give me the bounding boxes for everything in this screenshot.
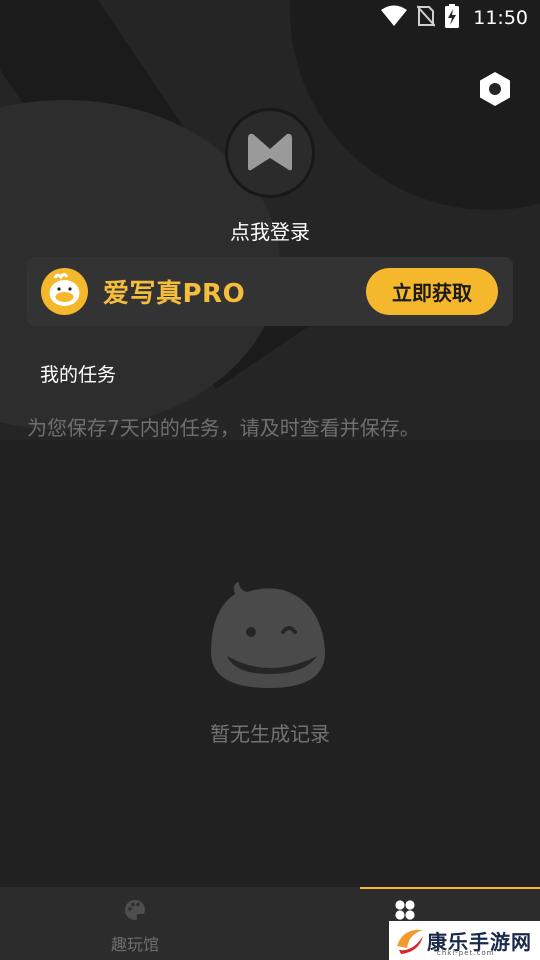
- no-sim-icon: [416, 5, 436, 31]
- status-time: 11:50: [473, 7, 528, 29]
- active-tab-indicator: [360, 887, 540, 889]
- get-pro-button[interactable]: 立即获取: [366, 268, 498, 315]
- avatar[interactable]: [225, 108, 315, 198]
- palette-icon: [124, 899, 146, 925]
- pro-card-title: 爱写真PRO: [103, 279, 246, 309]
- blob-mascot-icon: [205, 580, 333, 692]
- watermark-subtext: chkl-pet.com: [437, 949, 495, 957]
- battery-charging-icon: [445, 4, 460, 32]
- watermark: 康乐手游网 chkl-pet.com: [389, 921, 540, 960]
- pro-promo-card[interactable]: 爱写真PRO 立即获取: [27, 257, 513, 326]
- watermark-swirl-icon: [393, 922, 427, 960]
- tasks-hint-text: 为您保存7天内的任务，请及时查看并保存。: [27, 416, 420, 440]
- settings-button[interactable]: [476, 72, 514, 110]
- duck-mascot-icon: [41, 268, 88, 315]
- settings-icon: [477, 71, 513, 111]
- tab-quwanguan-label: 趣玩馆: [110, 935, 159, 954]
- tab-quwanguan[interactable]: 趣玩馆: [0, 887, 270, 960]
- my-tasks-heading: 我的任务: [40, 364, 117, 386]
- wifi-icon: [381, 5, 408, 31]
- status-bar: 11:50: [0, 0, 540, 36]
- app-logo-m-icon: [244, 130, 296, 176]
- login-link[interactable]: 点我登录: [0, 216, 540, 245]
- empty-state-text: 暂无生成记录: [210, 722, 330, 746]
